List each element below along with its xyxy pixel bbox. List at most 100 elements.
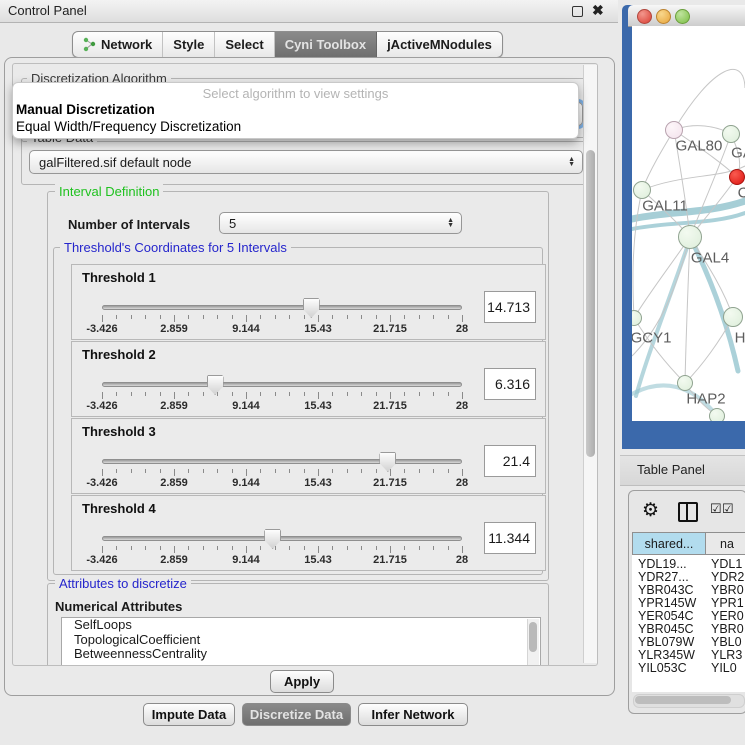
network-window-titlebar [628, 5, 745, 27]
slider-tick [275, 546, 276, 550]
slider-thumb[interactable] [207, 375, 224, 395]
slider-track[interactable] [102, 382, 462, 387]
numerical-attributes-list[interactable]: SelfLoopsTopologicalCoefficientBetweenne… [61, 617, 541, 666]
settings-scrollbar-thumb[interactable] [586, 150, 595, 457]
tab-impute-data[interactable]: Impute Data [143, 703, 235, 726]
slider-track[interactable] [102, 459, 462, 464]
slider-tick [318, 392, 319, 399]
slider-tick [448, 315, 449, 319]
close-traffic-light-icon[interactable] [637, 9, 652, 24]
slider-tick [347, 315, 348, 319]
threshold-block: Threshold 1 -3.4262.8599.14415.4321.7152… [71, 264, 546, 340]
slider-tick [433, 315, 434, 319]
threshold-value-field[interactable]: 6.316 [484, 368, 536, 400]
gear-icon[interactable]: ⚙ [642, 499, 659, 522]
slider-track[interactable] [102, 536, 462, 541]
table-horizontal-scrollbar[interactable] [633, 694, 745, 708]
slider-tick-label: -3.426 [86, 323, 117, 335]
slider-tick-label: 15.43 [304, 323, 332, 335]
slider-thumb[interactable] [379, 452, 396, 472]
table-row[interactable]: YBL079W YBL0 [632, 635, 745, 648]
network-node-label: H [735, 330, 745, 347]
table-row[interactable]: YDR27... YDR2 [632, 570, 745, 583]
slider-tick [275, 469, 276, 473]
threshold-value-field[interactable]: 21.4 [484, 445, 536, 477]
zoom-traffic-light-icon[interactable] [675, 9, 690, 24]
table-scrollbar-thumb[interactable] [635, 696, 731, 704]
checkbox-icon[interactable]: ☑ [722, 501, 734, 517]
network-node-label: GCY1 [632, 330, 671, 347]
slider-tick [260, 315, 261, 319]
slider-thumb[interactable] [264, 529, 281, 549]
float-window-icon[interactable] [572, 6, 583, 17]
slider-tick [232, 392, 233, 396]
attribute-list-item[interactable]: TopologicalCoefficient [62, 633, 540, 648]
slider-tick [203, 469, 204, 473]
tab-network[interactable]: Network [73, 32, 163, 57]
table-row[interactable]: YBR043C YBR0 [632, 583, 745, 596]
slider-tick [318, 469, 319, 476]
algorithm-option-equal-width[interactable]: Equal Width/Frequency Discretization [16, 119, 241, 134]
table-data-select[interactable]: galFiltered.sif default node ▲▼ [29, 150, 583, 174]
slider-tick [188, 392, 189, 396]
slider-tick-label: 9.144 [232, 554, 260, 566]
attributes-list-scrollbar[interactable] [527, 619, 539, 666]
settings-scrollbar[interactable] [583, 65, 597, 663]
column-header-shared-name[interactable]: shared... [632, 532, 706, 555]
close-icon[interactable]: ✖ [592, 2, 604, 19]
slider-tick [390, 392, 391, 399]
algorithm-dropdown-popup: Select algorithm to view settings Manual… [12, 82, 579, 139]
slider-tick [203, 392, 204, 396]
tab-cyni-toolbox[interactable]: Cyni Toolbox [275, 32, 377, 57]
table-row[interactable]: YDL19... YDL1 [632, 557, 745, 570]
combo-stepper-icon: ▲▼ [568, 151, 575, 173]
slider-tick [160, 392, 161, 396]
network-node[interactable] [709, 408, 725, 421]
threshold-value-field[interactable]: 14.713 [484, 291, 536, 323]
column-selector-icon[interactable] [678, 502, 698, 522]
table-row[interactable]: YLR345W YLR3 [632, 648, 745, 661]
network-node[interactable] [665, 121, 683, 139]
minimize-traffic-light-icon[interactable] [656, 9, 671, 24]
network-canvas[interactable]: GAL80GACGAL11GAL4GCY1HHAP2 [632, 26, 745, 421]
table-row[interactable]: YER054C YER0 [632, 609, 745, 622]
slider-tick [433, 469, 434, 473]
network-node[interactable] [723, 307, 743, 327]
slider-tick [404, 315, 405, 319]
number-of-intervals-select[interactable]: 5 ▲▼ [219, 212, 462, 234]
apply-button[interactable]: Apply [270, 670, 334, 693]
table-row[interactable]: YIL053C YIL0 [632, 661, 745, 674]
slider-tick [275, 315, 276, 319]
table-row[interactable]: YPR145W YPR1 [632, 596, 745, 609]
column-header-name[interactable]: na [705, 532, 745, 555]
network-node[interactable] [729, 169, 745, 185]
table-row[interactable]: YBR045C YBR0 [632, 622, 745, 635]
attribute-list-item[interactable]: BetweennessCentrality [62, 647, 540, 662]
slider-tick [332, 546, 333, 550]
slider-tick [347, 469, 348, 473]
checkbox-icon[interactable]: ☑ [710, 501, 722, 517]
slider-tick [304, 546, 305, 550]
network-node[interactable] [722, 125, 740, 143]
threshold-value-field[interactable]: 11.344 [484, 522, 536, 554]
tab-style[interactable]: Style [163, 32, 215, 57]
slider-tick [419, 469, 420, 473]
algorithm-option-manual[interactable]: Manual Discretization [16, 102, 155, 117]
attribute-list-item[interactable]: SelfLoops [62, 618, 540, 633]
network-node[interactable] [678, 225, 702, 249]
network-node[interactable] [633, 181, 651, 199]
slider-tick [361, 469, 362, 473]
slider-tick [102, 315, 103, 322]
tab-jactivemnodules[interactable]: jActiveMNodules [377, 32, 502, 57]
slider-tick-label: 2.859 [160, 554, 188, 566]
threshold-block: Threshold 4 -3.4262.8599.14415.4321.7152… [71, 495, 546, 571]
slider-tick [174, 469, 175, 476]
tab-infer-network[interactable]: Infer Network [358, 703, 468, 726]
tab-discretize-data[interactable]: Discretize Data [242, 703, 351, 726]
slider-tick [131, 469, 132, 473]
tab-select[interactable]: Select [215, 32, 274, 57]
slider-track[interactable] [102, 305, 462, 310]
network-node[interactable] [677, 375, 693, 391]
slider-tick-label: -3.426 [86, 400, 117, 412]
slider-tick-label: 21.715 [373, 400, 407, 412]
